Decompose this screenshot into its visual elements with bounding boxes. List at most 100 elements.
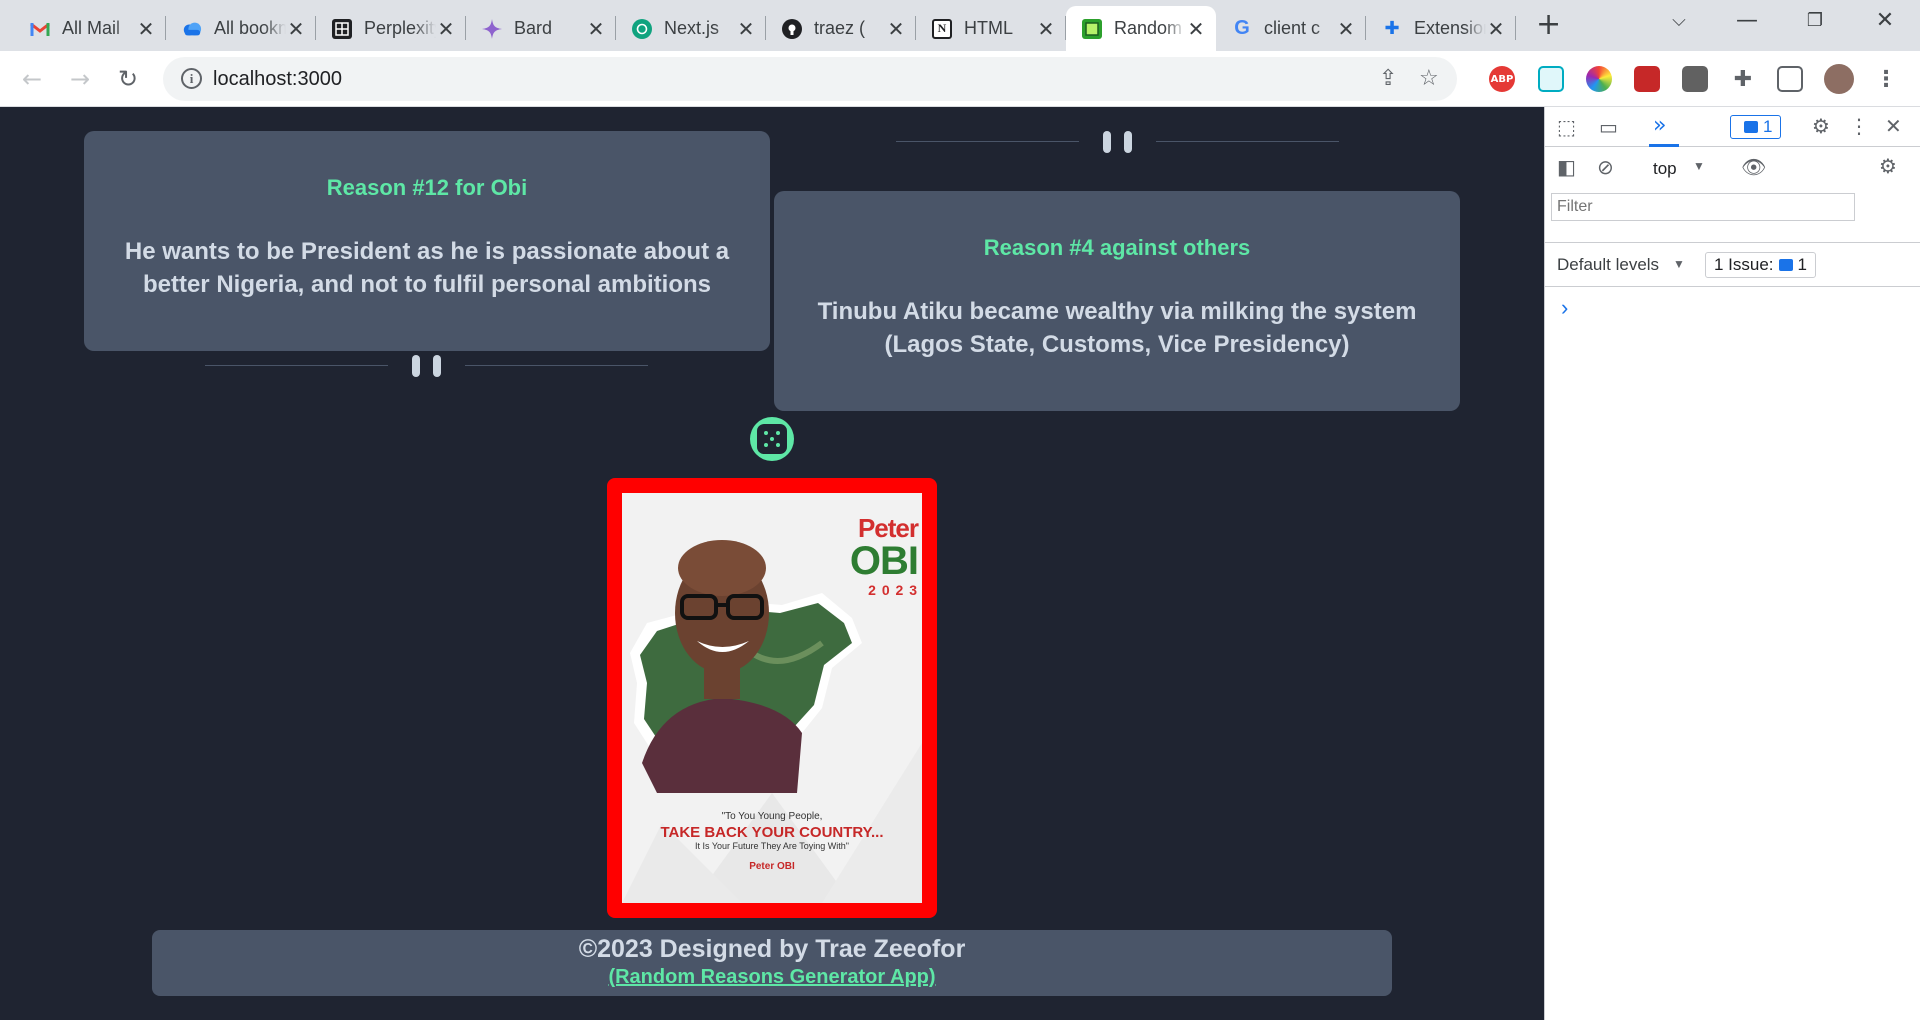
close-icon[interactable]: ✕: [586, 17, 606, 41]
adblock-icon[interactable]: ABP: [1489, 66, 1515, 92]
pause-divider-right: [896, 131, 1340, 153]
device-toolbar-icon[interactable]: ▭: [1599, 115, 1618, 139]
chatgpt-icon: [632, 18, 652, 39]
reason-card-for: Reason #12 for Obi He wants to be Presid…: [84, 131, 770, 351]
menu-kebab-icon[interactable]: ⋮: [1873, 66, 1899, 92]
cloud-icon: [182, 19, 202, 39]
live-expression-eye-icon[interactable]: 👁: [1741, 155, 1766, 179]
close-icon[interactable]: ✕: [736, 17, 756, 41]
randomize-dice-button[interactable]: [750, 417, 794, 461]
more-tabs-chevron-icon[interactable]: »: [1653, 113, 1666, 138]
close-icon[interactable]: ✕: [136, 17, 156, 41]
poster-logo: Peter OBI 2 0 2 3: [849, 513, 919, 598]
tab-title: HTML: [964, 18, 1013, 38]
context-select[interactable]: top: [1653, 159, 1677, 179]
minimize-button[interactable]: —: [1727, 8, 1767, 33]
reason-card-against: Reason #4 against others Tinubu Atiku be…: [774, 191, 1460, 411]
reason-heading: Reason #12 for Obi: [326, 175, 528, 200]
close-icon[interactable]: ✕: [436, 17, 456, 41]
close-icon[interactable]: ✕: [886, 17, 906, 41]
tab-title: Perplexity: [364, 18, 436, 38]
console-toolbar: ◧ ⊘ top ▼ 👁 ⚙: [1545, 147, 1920, 243]
pause-icon[interactable]: [1103, 131, 1111, 153]
forward-button[interactable]: →: [62, 61, 98, 97]
notion-icon: N: [932, 18, 952, 39]
issues-button[interactable]: 1 Issue: 1: [1705, 252, 1817, 278]
tab-title: All bookmarks: [214, 18, 286, 38]
tab-nextjs[interactable]: Next.js ✕: [616, 6, 766, 51]
pause-divider-left: [205, 355, 649, 377]
settings-gear-icon[interactable]: ⚙: [1812, 114, 1830, 138]
close-icon[interactable]: ✕: [286, 17, 306, 41]
levels-dropdown-icon[interactable]: ▼: [1673, 257, 1685, 271]
extension-red-icon[interactable]: [1634, 66, 1660, 92]
page-footer: ©2023 Designed by Trae Zeeofor (Random R…: [152, 930, 1392, 996]
browser-toolbar: ← → ↻ i localhost:3000 ⇪ ☆ ABP ✚ ⋮: [0, 51, 1920, 107]
puzzle-icon: ✚: [1384, 18, 1400, 39]
tab-title: client c: [1264, 18, 1321, 38]
extension-copy-icon[interactable]: [1538, 66, 1564, 92]
reason-text: He wants to be President as he is passio…: [124, 238, 730, 298]
message-icon: [1778, 259, 1793, 271]
side-panel-icon[interactable]: [1777, 66, 1803, 92]
default-levels-dropdown[interactable]: Default levels: [1557, 255, 1659, 275]
sidebar-toggle-icon[interactable]: ◧: [1557, 155, 1576, 179]
new-tab-button[interactable]: +: [1536, 10, 1561, 40]
tab-bard[interactable]: Bard ✕: [466, 6, 616, 51]
tab-perplexity[interactable]: Perplexity ✕: [316, 6, 466, 51]
console-filter-input[interactable]: [1551, 193, 1855, 221]
tab-html[interactable]: N HTML ✕: [916, 6, 1066, 51]
tab-title: Extensions: [1414, 18, 1486, 38]
address-url[interactable]: localhost:3000: [213, 68, 342, 91]
tab-title: traez (: [814, 18, 866, 38]
footer-app-link[interactable]: (Random Reasons Generator App): [608, 966, 935, 989]
context-dropdown-icon[interactable]: ▼: [1693, 159, 1705, 173]
tab-title: Next.js: [664, 18, 720, 38]
issues-counter-button[interactable]: 1: [1730, 115, 1782, 139]
tab-title: Random: [1114, 18, 1183, 38]
reason-heading: Reason #4 against others: [983, 235, 1251, 260]
devtools-menu-icon[interactable]: ⋮: [1849, 114, 1869, 138]
tab-random-active[interactable]: Random ✕: [1066, 6, 1216, 51]
tab-github[interactable]: traez ( ✕: [766, 6, 916, 51]
dice-icon: [757, 424, 787, 454]
restore-button[interactable]: ❐: [1795, 10, 1835, 31]
tab-extensions[interactable]: ✚ Extensions ✕: [1366, 6, 1516, 51]
perplexity-icon: [332, 18, 352, 39]
avatar[interactable]: [1824, 64, 1854, 94]
console-settings-gear-icon[interactable]: ⚙: [1879, 154, 1897, 178]
google-icon: G: [1234, 17, 1250, 39]
reload-button[interactable]: ↻: [110, 61, 146, 97]
extension-grey-icon[interactable]: [1682, 66, 1708, 92]
console-levels-bar: Default levels ▼ 1 Issue: 1: [1545, 243, 1920, 287]
web-page: Reason #12 for Obi He wants to be Presid…: [0, 107, 1544, 1020]
info-icon[interactable]: i: [181, 68, 202, 89]
bard-sparkle-icon: [482, 18, 502, 39]
close-icon[interactable]: ✕: [1336, 17, 1356, 41]
tab-bookmarks[interactable]: All bookmarks ✕: [166, 6, 316, 51]
close-icon[interactable]: ✕: [1486, 17, 1506, 41]
pause-icon[interactable]: [412, 355, 420, 377]
devtools-close-icon[interactable]: ✕: [1885, 114, 1902, 138]
color-picker-icon[interactable]: [1586, 66, 1612, 92]
gmail-icon: [30, 19, 50, 39]
back-button[interactable]: ←: [14, 61, 50, 97]
console-prompt-icon[interactable]: ›: [1561, 295, 1568, 321]
tab-google[interactable]: G client c ✕: [1216, 6, 1366, 51]
close-icon[interactable]: ✕: [1036, 17, 1056, 41]
devtools-tabbar: ⬚ ▭ » 1 ⚙ ⋮ ✕: [1545, 107, 1920, 147]
tab-gmail[interactable]: All Mail ✕: [14, 6, 166, 51]
tab-search-chevron-icon[interactable]: ⌵: [1659, 10, 1699, 31]
bookmark-star-icon[interactable]: ☆: [1419, 66, 1439, 91]
tab-strip: All Mail ✕ All bookmarks ✕ Perplexity ✕ …: [0, 0, 1920, 51]
extensions-puzzle-icon[interactable]: ✚: [1730, 66, 1756, 92]
app-favicon-icon: [1082, 18, 1102, 39]
devtools-panel: ⬚ ▭ » 1 ⚙ ⋮ ✕ ◧ ⊘ top ▼ 👁 ⚙ Default leve…: [1544, 107, 1920, 1020]
address-bar[interactable]: i localhost:3000 ⇪ ☆: [163, 57, 1457, 101]
clear-console-icon[interactable]: ⊘: [1597, 155, 1614, 179]
window-close-button[interactable]: ✕: [1865, 8, 1905, 33]
share-icon[interactable]: ⇪: [1379, 66, 1397, 91]
footer-copyright: ©2023 Designed by Trae Zeeofor: [578, 935, 966, 963]
close-icon[interactable]: ✕: [1186, 17, 1206, 41]
inspect-element-icon[interactable]: ⬚: [1557, 115, 1576, 139]
